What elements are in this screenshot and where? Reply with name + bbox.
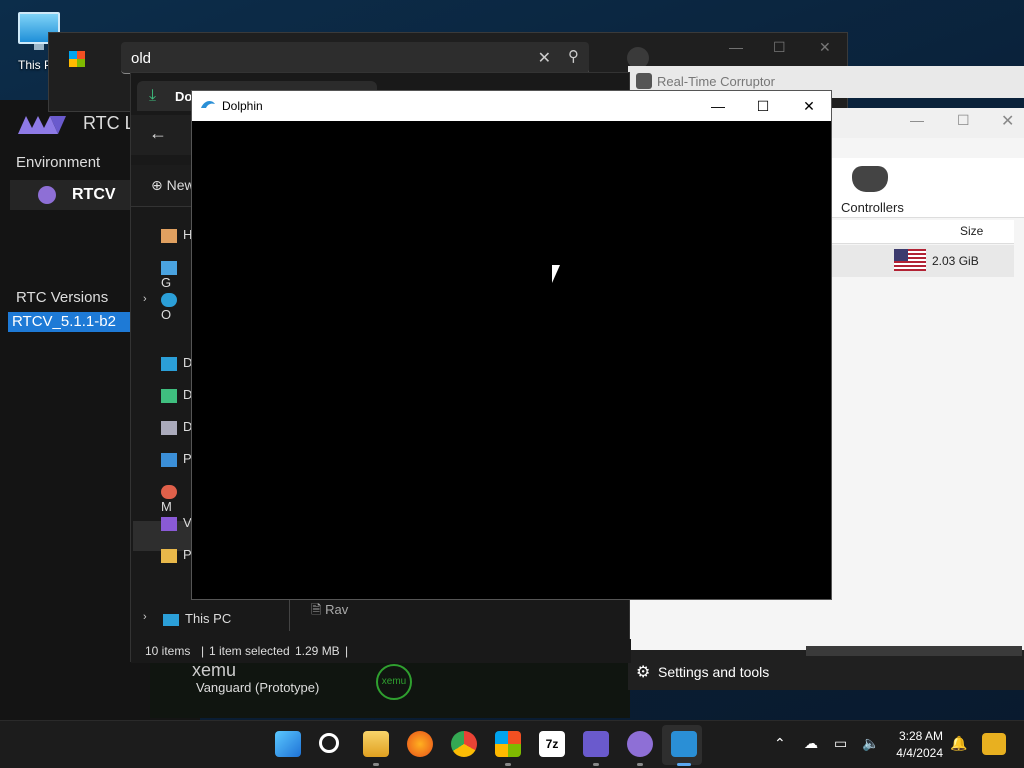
sidebar-item-this-pc[interactable]: This PC — [163, 611, 231, 626]
search-icon[interactable] — [319, 733, 339, 753]
chevron-right-icon[interactable]: › — [143, 611, 147, 623]
clock-time[interactable]: 3:28 AM — [893, 729, 943, 743]
store-search-input[interactable]: old ✕ ⚲ — [121, 42, 589, 74]
xemu-logo-icon: xemu — [376, 664, 412, 700]
xemu-subtitle: Vanguard (Prototype) — [196, 680, 320, 695]
select-all-button[interactable] — [806, 646, 922, 656]
minimize-button[interactable]: — — [910, 112, 924, 128]
gear-icon: ⚙ — [636, 664, 651, 681]
chevron-right-icon[interactable]: › — [143, 293, 147, 305]
notification-bell-icon[interactable]: 🔔 — [950, 735, 967, 752]
chevron-up-icon[interactable]: ⌃ — [774, 735, 786, 752]
us-flag-icon — [894, 249, 926, 271]
rtc-version-item[interactable]: RTCV_5.1.1-b2 — [8, 312, 130, 332]
game-size: 2.03 GiB — [932, 254, 979, 268]
unselect-all-button[interactable] — [922, 646, 1022, 656]
firefox-icon[interactable] — [407, 731, 433, 757]
7zip-icon[interactable]: 7z — [539, 731, 565, 757]
dolphin-icon — [201, 100, 215, 108]
rtc-corruptor-icon — [636, 73, 652, 89]
start-button-icon[interactable] — [275, 731, 301, 757]
volume-icon[interactable]: 🔈 — [862, 735, 879, 752]
explorer-nav-pane: › H G O D D D P M V P — [131, 213, 193, 633]
mouse-cursor-icon — [552, 265, 560, 283]
xemu-name: xemu — [192, 660, 237, 680]
microsoft-store-icon[interactable] — [495, 731, 521, 757]
sidebar-item-pictures[interactable]: P — [161, 451, 193, 475]
sidebar-item-gallery[interactable]: G — [161, 259, 193, 290]
network-icon[interactable]: ▭ — [834, 735, 847, 752]
settings-and-tools-bar[interactable]: ⚙ Settings and tools — [628, 646, 1024, 690]
minimize-button[interactable]: — — [729, 39, 743, 55]
store-search-value: old — [131, 50, 152, 67]
status-selected: 1 item selected — [209, 644, 290, 658]
cloud-icon[interactable]: ☁ — [804, 735, 818, 752]
dolphin-window-title: Dolphin — [222, 99, 263, 113]
rtcv-skull-icon — [38, 186, 56, 204]
new-button[interactable]: ⊕ New — [151, 177, 195, 194]
minimize-button[interactable]: — — [695, 91, 741, 121]
close-button[interactable]: ✕ — [786, 91, 832, 121]
back-arrow-icon[interactable]: ← — [149, 123, 167, 144]
maximize-button[interactable]: ☐ — [740, 91, 786, 121]
taskbar: 7z ⌃ ☁ ▭ 🔈 3:28 AM 4/4/2024 🔔 — [0, 720, 1024, 768]
size-column-header[interactable]: Size — [960, 224, 983, 238]
settings-and-tools-label: Settings and tools — [658, 664, 770, 680]
maximize-button[interactable]: ☐ — [773, 39, 786, 56]
close-button[interactable]: ✕ — [1001, 111, 1014, 131]
status-item-count: 10 items — [145, 644, 191, 658]
sidebar-item-onedrive[interactable]: O — [161, 291, 193, 322]
rtc-corruptor-title: Real-Time Corruptor — [657, 74, 775, 89]
rtcv-icon[interactable] — [627, 731, 653, 757]
store-logo-icon — [69, 51, 85, 67]
close-button[interactable]: ✕ — [819, 39, 831, 56]
sidebar-item-desktop[interactable]: D — [161, 355, 193, 379]
sidebar-item-home[interactable]: H — [161, 227, 193, 251]
search-icon[interactable]: ⚲ — [568, 47, 579, 65]
maximize-button[interactable]: ☐ — [957, 112, 970, 129]
rtc-versions-label: RTC Versions — [16, 289, 109, 306]
file-item-rav[interactable]: 🗎 Rav — [311, 601, 348, 623]
dolphin-render-window: Dolphin — ☐ ✕ — [191, 90, 832, 600]
clock-date[interactable]: 4/4/2024 — [885, 746, 943, 760]
desktop-icon-label: This P — [18, 58, 53, 72]
sidebar-item-videos[interactable]: V — [161, 515, 193, 539]
rtcv-environment-label: RTCV — [72, 186, 116, 203]
clear-search-icon[interactable]: ✕ — [538, 48, 551, 68]
controllers-icon[interactable] — [852, 166, 888, 192]
dolphin-titlebar[interactable]: Dolphin — ☐ ✕ — [192, 91, 831, 121]
rtc-launcher-icon[interactable] — [583, 731, 609, 757]
chrome-icon[interactable] — [451, 731, 477, 757]
sidebar-item-folder[interactable]: P — [161, 547, 193, 571]
file-explorer-icon[interactable] — [363, 731, 389, 757]
sidebar-item-downloads[interactable]: D — [161, 387, 193, 411]
environment-label: Environment — [16, 154, 101, 171]
pc-icon — [163, 613, 179, 626]
sidebar-item-music[interactable]: M — [161, 483, 193, 514]
status-size: 1.29 MB — [295, 644, 340, 658]
sidebar-item-documents[interactable]: D — [161, 419, 193, 443]
explorer-status-bar: 10 items | 1 item selected 1.29 MB | — [131, 639, 631, 663]
dolphin-taskbar-icon[interactable] — [671, 731, 697, 757]
copilot-icon[interactable] — [982, 733, 1006, 755]
rtc-logo-icon — [18, 116, 66, 134]
controllers-button-label[interactable]: Controllers — [841, 200, 904, 215]
rtcv-environment-button[interactable]: RTCV — [10, 180, 132, 210]
download-icon: ⤓ — [149, 87, 157, 104]
